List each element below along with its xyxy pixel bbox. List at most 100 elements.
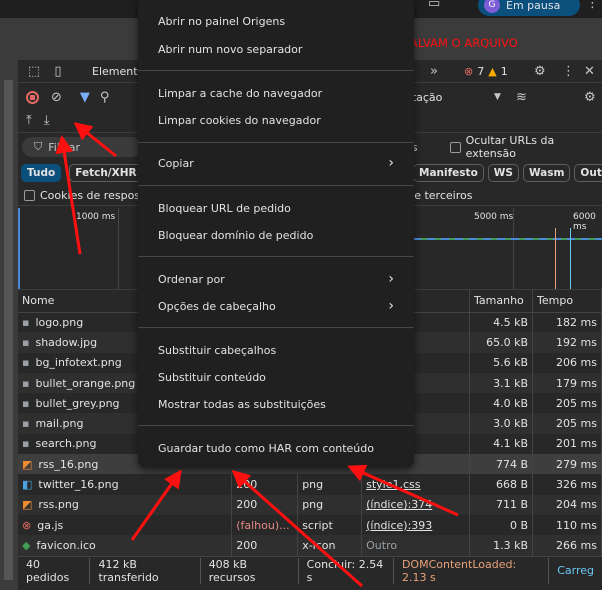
request-name: ◆ favicon.ico [18, 535, 233, 556]
table-row[interactable]: ◧ twitter_16.png 200 png style1.css 668 B… [18, 474, 602, 495]
warning-icon: ▲ [488, 64, 497, 78]
request-time: 266 ms [532, 535, 602, 556]
request-count: 40 pedidos [18, 557, 91, 584]
type-filter-all[interactable]: Tudo [21, 164, 62, 182]
table-row[interactable]: ◆ favicon.ico 200 x-icon Outro 1.3 kB 266… [18, 535, 602, 556]
type-filter-wasm[interactable]: Wasm [522, 164, 571, 182]
request-size: 65.0 kB [469, 332, 533, 353]
inspect-icon[interactable]: ⬚ [26, 64, 42, 79]
request-type: x-icon [297, 535, 363, 556]
request-status: 200 [231, 494, 299, 515]
error-icon: ⊗ [464, 64, 474, 78]
filter-placeholder: Filtrar [48, 140, 80, 154]
context-menu-item[interactable]: Limpar a cache do navegador [158, 83, 394, 103]
request-time: 205 ms [532, 393, 602, 414]
image-icon: ▪ [22, 417, 30, 431]
chevron-right-icon: › [388, 271, 394, 287]
image-icon: ▪ [22, 437, 30, 451]
more-tabs-icon[interactable]: » [430, 64, 438, 79]
warning-count[interactable]: 1 [501, 65, 508, 78]
request-size: 4.0 kB [469, 393, 533, 414]
menu-item-label: Bloquear domínio de pedido [158, 228, 314, 242]
rss-icon: ◩ [22, 498, 33, 512]
network-settings-icon[interactable]: ⚙ [584, 90, 596, 105]
chevron-down-icon: ▼ [494, 92, 501, 102]
error-count[interactable]: 7 [477, 65, 484, 78]
close-icon[interactable]: ✕ [584, 64, 595, 79]
request-name: ⊗ ga.js [18, 514, 233, 536]
request-name-text: rss.png [38, 498, 79, 512]
context-menu-item[interactable]: Abrir num novo separador [158, 39, 394, 59]
image-icon: ▪ [22, 315, 30, 329]
type-filter-fetch-xhr[interactable]: Fetch/XHR [69, 164, 143, 182]
image-icon: ▪ [22, 396, 30, 410]
context-menu: Abrir no painel Origens Abrir num novo se… [138, 0, 414, 468]
menu-item-label: Abrir num novo separador [158, 42, 303, 56]
context-menu-item[interactable]: Substituir cabeçalhos [158, 340, 394, 360]
record-icon[interactable] [26, 90, 39, 104]
rss-icon: ◩ [22, 457, 33, 471]
kebab-menu-icon[interactable]: ⋮ [586, 0, 599, 11]
request-initiator[interactable]: (índice):374 [361, 494, 471, 515]
menu-item-label: Abrir no painel Origens [158, 14, 286, 28]
network-conditions-icon[interactable]: ≋ [516, 90, 527, 105]
table-row[interactable]: ◩ rss.png 200 png (índice):374 711 B 204 … [18, 494, 602, 515]
extensions-icon[interactable]: ▭ [428, 0, 440, 11]
context-menu-item[interactable]: Mostrar todas as substituições [158, 394, 394, 414]
import-har-icon[interactable]: ⤒ [26, 113, 32, 128]
clear-icon[interactable]: ⊘ [51, 90, 62, 105]
request-type: png [297, 494, 363, 515]
menu-separator [138, 256, 414, 257]
context-menu-item[interactable]: Substituir conteúdo [158, 367, 394, 387]
request-name-text: bg_infotext.png [35, 356, 122, 370]
column-time[interactable]: Tempo [532, 290, 602, 313]
request-name-text: bullet_grey.png [35, 396, 120, 410]
request-time: 192 ms [532, 332, 602, 353]
image-icon: ▪ [22, 376, 30, 390]
avatar: G [484, 0, 500, 13]
device-toolbar-icon[interactable]: ▯ [50, 64, 66, 79]
column-size[interactable]: Tamanho [469, 290, 533, 313]
context-menu-item[interactable]: Abrir no painel Origens [158, 11, 394, 31]
request-initiator[interactable]: (índice):393 [361, 514, 471, 536]
context-menu-item[interactable]: Opções de cabeçalho › [158, 296, 394, 316]
resources-size: 408 kB recursos [201, 557, 299, 584]
context-menu-item[interactable]: Limpar cookies do navegador [158, 110, 394, 130]
menu-separator [138, 70, 414, 71]
request-size: 3.0 kB [469, 413, 533, 434]
search-icon[interactable]: ⚲ [100, 90, 110, 105]
hide-extension-urls-checkbox[interactable] [450, 141, 461, 153]
profile-button[interactable]: G Em pausa [478, 0, 580, 16]
blocked-cookies-checkbox[interactable] [24, 190, 35, 201]
request-size: 0 B [469, 514, 533, 536]
request-name: ◩ rss.png [18, 494, 233, 515]
context-menu-item[interactable]: Bloquear URL de pedido [158, 198, 394, 218]
type-filter-ws[interactable]: WS [487, 164, 519, 182]
settings-icon[interactable]: ⚙ [534, 64, 546, 79]
tab-elements[interactable]: Elemento [92, 65, 144, 78]
request-size: 774 B [469, 454, 533, 475]
request-initiator: Outro [361, 535, 471, 556]
type-filter-other[interactable]: Outro [574, 164, 602, 182]
error-icon: ⊗ [22, 518, 32, 532]
table-row[interactable]: ⊗ ga.js (falhou)... script (índice):393 0… [18, 514, 602, 536]
export-har-icon[interactable]: ⤓ [44, 113, 50, 128]
more-options-icon[interactable]: ⋮ [562, 64, 575, 79]
page-scrollbar[interactable] [0, 60, 18, 590]
request-size: 1.3 kB [469, 535, 533, 556]
request-size: 3.1 kB [469, 372, 533, 394]
chevron-right-icon: › [388, 155, 394, 171]
filter-input[interactable]: ⛉ Filtrar [22, 137, 142, 157]
type-filter-manifest[interactable]: Manifesto [413, 164, 484, 182]
context-menu-item[interactable]: Copiar › [158, 153, 394, 173]
request-name-text: search.png [35, 437, 97, 451]
filter-icon[interactable]: ▼ [80, 90, 90, 105]
request-initiator[interactable]: style1.css [361, 474, 471, 495]
request-time: 326 ms [532, 474, 602, 495]
menu-item-label: Ordenar por [158, 272, 225, 286]
hide-extension-urls-label[interactable]: Ocultar URLs da extensão [466, 134, 602, 160]
context-menu-item[interactable]: Bloquear domínio de pedido [158, 225, 394, 245]
context-menu-item[interactable]: Guardar tudo como HAR com conteúdo [158, 438, 394, 458]
blocked-cookies-label[interactable]: Cookies de respost [40, 189, 144, 202]
context-menu-item[interactable]: Ordenar por › [158, 269, 394, 289]
